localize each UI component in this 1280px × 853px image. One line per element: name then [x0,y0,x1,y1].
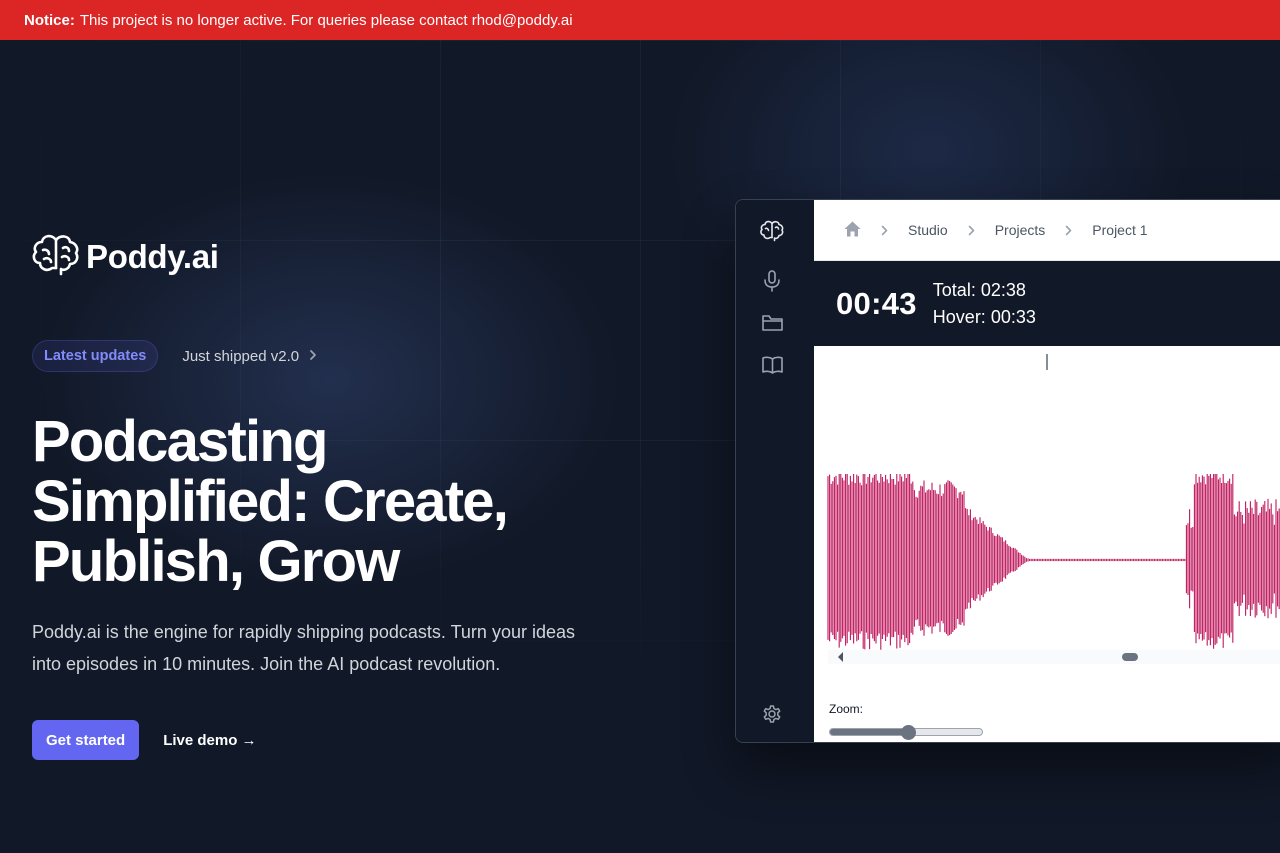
breadcrumb-projects[interactable]: Projects [995,222,1046,238]
hero-lead: Poddy.ai is the engine for rapidly shipp… [32,616,632,680]
chevron-right-icon [1065,225,1072,236]
headline-line: Simplified: Create, [32,469,509,534]
zoom-slider-fill [830,729,908,735]
breadcrumb: Studio Projects Project 1 [814,200,1280,261]
time-info: Total: 02:38 Hover: 00:33 [933,277,1036,331]
shipped-text: Just shipped v2.0 [182,347,300,365]
chevron-right-icon [881,225,888,236]
scroll-left-arrow-icon [838,652,843,662]
waveform[interactable] [814,346,1280,650]
home-icon[interactable] [844,221,861,240]
lead-line: into episodes in 10 minutes. Join the AI… [32,654,501,674]
current-time: 00:43 [836,285,917,321]
shipped-link[interactable]: Just shipped v2.0 [182,348,317,365]
latest-updates-badge[interactable]: Latest updates [32,340,159,372]
book-icon[interactable] [760,353,784,377]
lead-line: Poddy.ai is the engine for rapidly shipp… [32,622,575,642]
total-time: Total: 02:38 [932,279,1026,300]
scrollbar-thumb[interactable] [1122,653,1138,661]
live-demo-link[interactable]: Live demo → [163,732,256,749]
cta-row: Get started Live demo → [32,720,257,760]
brain-icon [32,232,80,281]
chevron-right-icon [968,225,975,236]
notice-text: This project is no longer active. For qu… [79,11,573,29]
microphone-icon[interactable] [760,269,784,293]
breadcrumb-project-1[interactable]: Project 1 [1092,222,1147,238]
waveform-scrollbar[interactable] [828,650,1280,664]
get-started-button[interactable]: Get started [32,720,140,760]
chevron-right-icon [309,348,317,365]
zoom-label: Zoom: [829,702,864,716]
gear-icon[interactable] [760,702,784,726]
app-sidebar [736,200,814,742]
hero-section: Poddy.ai Latest updates Just shipped v2.… [0,40,1280,853]
waveform-area[interactable] [814,346,1280,650]
brand-name: Poddy.ai [86,237,219,275]
headline-line: Podcasting [32,409,328,474]
time-display: 00:43 Total: 02:38 Hover: 00:33 [814,261,1280,346]
headline-line: Publish, Grow [32,529,400,594]
app-main: Studio Projects Project 1 00:43 Total: 0… [814,200,1280,742]
notice-label: Notice: [24,11,75,29]
app-preview-window: Studio Projects Project 1 00:43 Total: 0… [735,199,1280,743]
folder-icon[interactable] [760,311,784,335]
hover-time: Hover: 00:33 [932,306,1036,327]
brain-icon[interactable] [760,218,784,242]
hero-headline: Podcasting Simplified: Create, Publish, … [32,412,632,592]
announcement-row: Latest updates Just shipped v2.0 [32,340,317,372]
notice-banner: Notice: This project is no longer active… [0,0,1280,40]
logo[interactable]: Poddy.ai [32,232,219,281]
zoom-slider-thumb[interactable] [900,725,916,740]
breadcrumb-studio[interactable]: Studio [908,222,948,238]
